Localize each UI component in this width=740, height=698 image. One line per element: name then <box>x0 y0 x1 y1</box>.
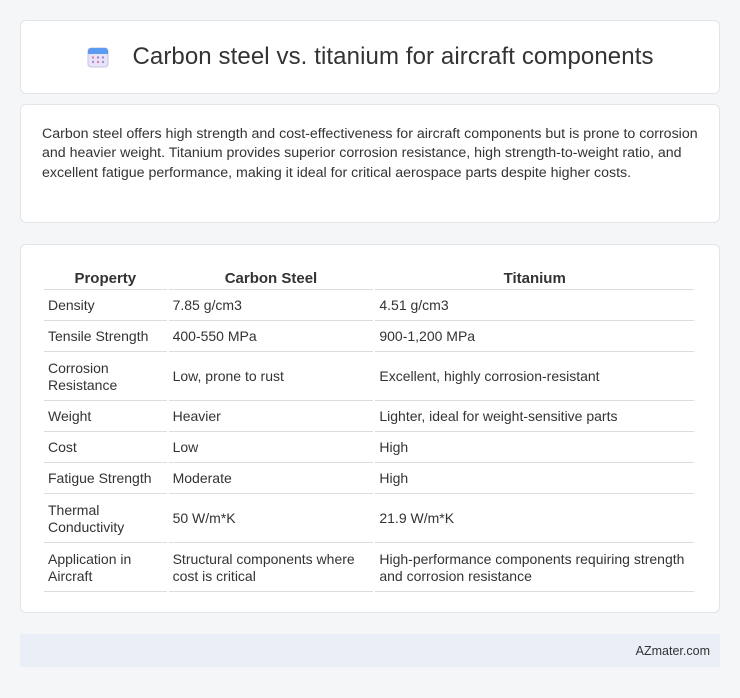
row-carbon-steel: Low, prone to rust <box>168 354 374 401</box>
row-titanium: 21.9 W/m*K <box>375 496 694 543</box>
summary-text: Carbon steel offers high strength and co… <box>42 126 698 181</box>
table-header-row: Property Carbon Steel Titanium <box>44 267 694 290</box>
row-property: Tensile Strength <box>44 323 167 352</box>
page-title: Carbon steel vs. titanium for aircraft c… <box>132 43 654 70</box>
header-carbon-steel: Carbon Steel <box>168 267 374 290</box>
table-row: Application in Aircraft Structural compo… <box>44 545 694 592</box>
title-row: Carbon steel vs. titanium for aircraft c… <box>86 43 653 71</box>
row-carbon-steel: 400-550 MPa <box>168 323 374 352</box>
summary-card: Carbon steel offers high strength and co… <box>20 104 720 223</box>
table-row: Density 7.85 g/cm3 4.51 g/cm3 <box>44 292 694 321</box>
header-titanium: Titanium <box>375 267 694 290</box>
row-property: Corrosion Resistance <box>44 354 167 401</box>
row-property: Fatigue Strength <box>44 465 167 494</box>
row-property: Thermal Conductivity <box>44 496 167 543</box>
row-property: Application in Aircraft <box>44 545 167 592</box>
row-titanium: Excellent, highly corrosion-resistant <box>375 354 694 401</box>
row-carbon-steel: Heavier <box>168 403 374 432</box>
table-row: Fatigue Strength Moderate High <box>44 465 694 494</box>
row-titanium: Lighter, ideal for weight-sensitive part… <box>375 403 694 432</box>
row-carbon-steel: 50 W/m*K <box>168 496 374 543</box>
row-carbon-steel: Structural components where cost is crit… <box>168 545 374 592</box>
comparison-table: Property Carbon Steel Titanium Density 7… <box>42 265 696 594</box>
header-property: Property <box>44 267 167 290</box>
row-property: Weight <box>44 403 167 432</box>
row-titanium: High <box>375 434 694 463</box>
title-card: Carbon steel vs. titanium for aircraft c… <box>20 20 720 94</box>
row-property: Density <box>44 292 167 321</box>
row-carbon-steel: 7.85 g/cm3 <box>168 292 374 321</box>
row-property: Cost <box>44 434 167 463</box>
table-row: Thermal Conductivity 50 W/m*K 21.9 W/m*K <box>44 496 694 543</box>
row-carbon-steel: Low <box>168 434 374 463</box>
row-titanium: 4.51 g/cm3 <box>375 292 694 321</box>
calendar-icon <box>86 45 110 69</box>
footer-bar: AZmater.com <box>20 634 720 667</box>
row-titanium: 900-1,200 MPa <box>375 323 694 352</box>
table-row: Corrosion Resistance Low, prone to rust … <box>44 354 694 401</box>
row-carbon-steel: Moderate <box>168 465 374 494</box>
row-titanium: High <box>375 465 694 494</box>
table-row: Weight Heavier Lighter, ideal for weight… <box>44 403 694 432</box>
table-row: Tensile Strength 400-550 MPa 900-1,200 M… <box>44 323 694 352</box>
comparison-card: Property Carbon Steel Titanium Density 7… <box>20 244 720 613</box>
table-row: Cost Low High <box>44 434 694 463</box>
footer-site-link[interactable]: AZmater.com <box>636 644 710 658</box>
row-titanium: High-performance components requiring st… <box>375 545 694 592</box>
